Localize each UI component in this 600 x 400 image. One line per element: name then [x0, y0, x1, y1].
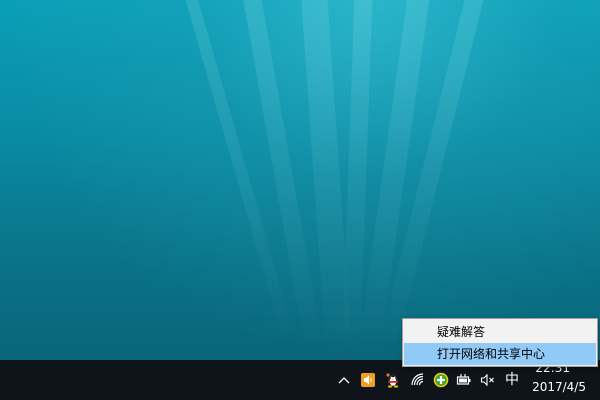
green-plus-icon[interactable] — [433, 372, 449, 388]
audio-app-icon[interactable] — [360, 372, 376, 388]
menu-item-open-network-sharing-center[interactable]: 打开网络和共享中心 — [404, 343, 596, 365]
menu-item-troubleshoot[interactable]: 疑难解答 — [403, 321, 597, 343]
ime-indicator[interactable]: 中 — [503, 372, 521, 388]
network-context-menu: 疑难解答 打开网络和共享中心 — [402, 318, 598, 367]
clock-date: 2017/4/5 — [532, 380, 586, 394]
chevron-up-icon[interactable] — [336, 372, 352, 388]
desktop-background — [0, 0, 600, 360]
speaker-muted-icon[interactable] — [480, 372, 496, 388]
wifi-icon[interactable] — [410, 372, 426, 388]
qq-penguin-icon[interactable] — [385, 372, 401, 388]
battery-icon[interactable] — [456, 372, 472, 388]
